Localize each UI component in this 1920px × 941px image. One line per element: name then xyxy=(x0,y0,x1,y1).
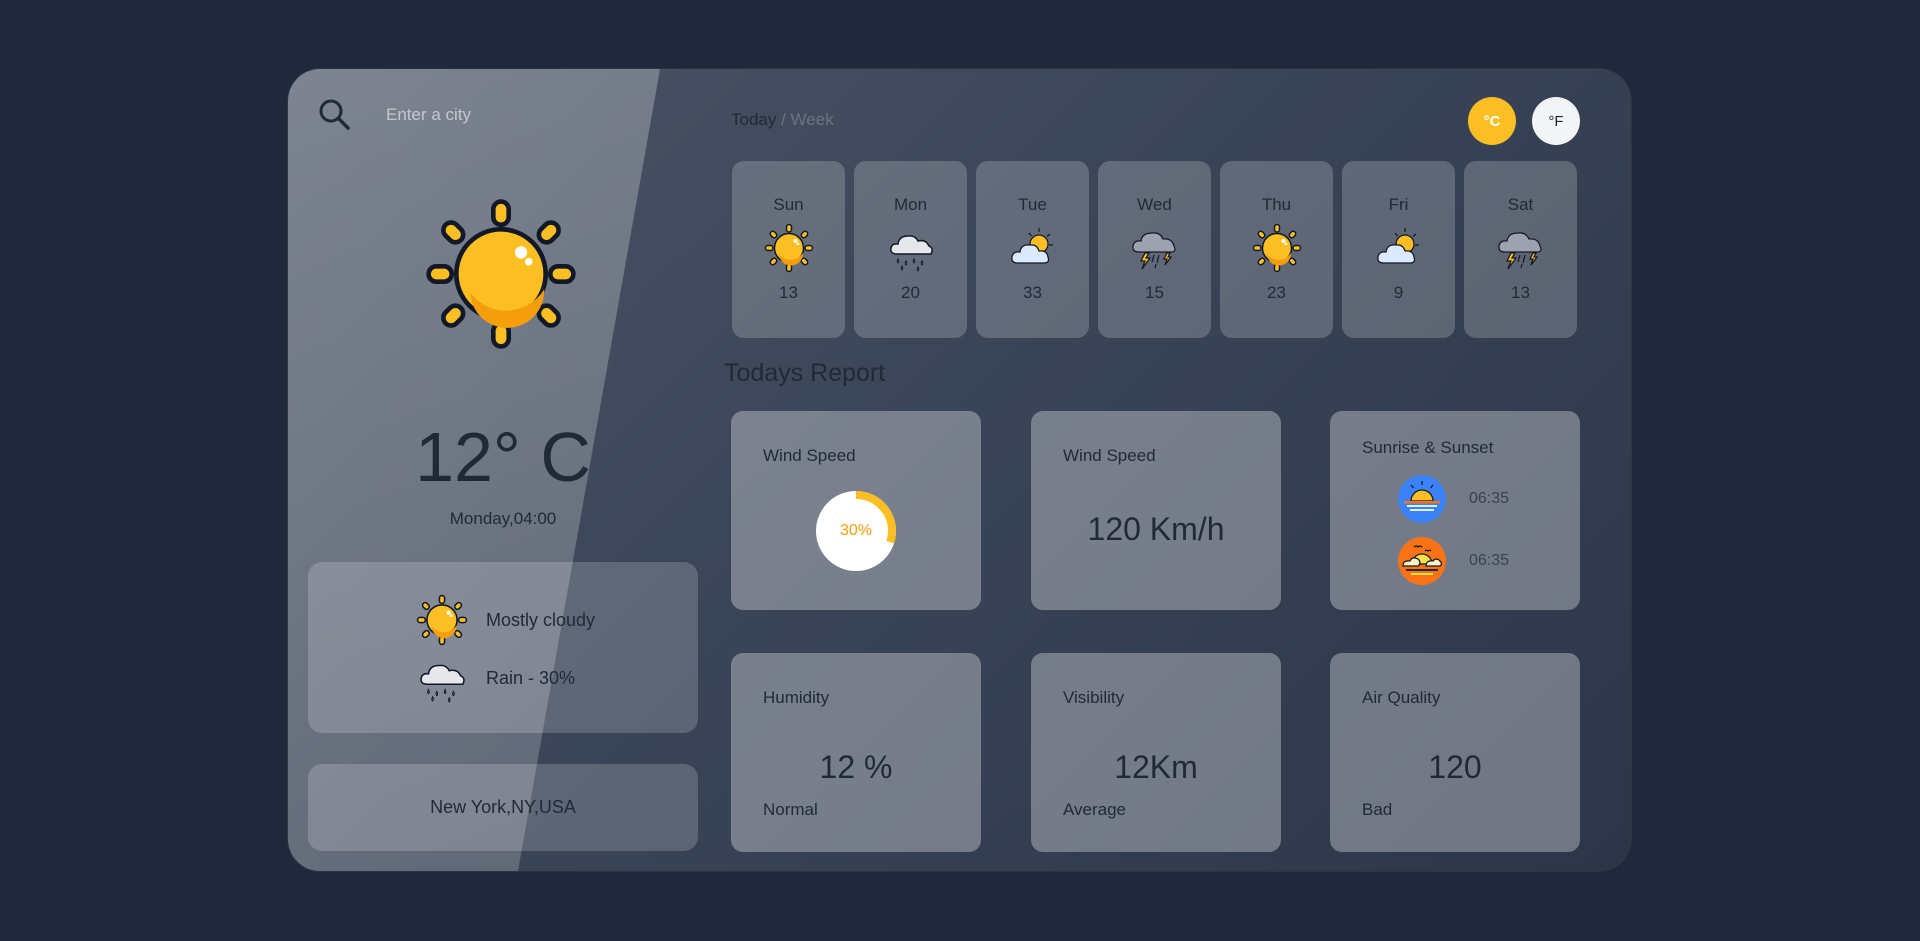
condition-label: Mostly cloudy xyxy=(486,609,596,630)
rain-cloud-icon xyxy=(416,652,468,704)
location-card: New York,NY,USA xyxy=(308,764,698,851)
forecast-day-wed[interactable]: Wed 15 xyxy=(1098,161,1211,338)
forecast-day-thu[interactable]: Thu 23 xyxy=(1220,161,1333,338)
day-name: Sat xyxy=(1507,195,1534,214)
sunrise-icon xyxy=(1397,474,1447,524)
rain-cloud-icon xyxy=(886,223,936,273)
sunset-row: 06:35 xyxy=(1397,536,1509,586)
sun-times-card: Sunrise & Sunset 06:35 06:35 xyxy=(1330,411,1580,610)
celsius-button[interactable]: °C xyxy=(1468,97,1516,145)
day-temperature: 33 xyxy=(1023,283,1042,302)
day-temperature: 13 xyxy=(1511,283,1530,302)
wind-speed-value: 120 Km/h xyxy=(1087,511,1225,547)
search-input[interactable] xyxy=(384,99,688,131)
visibility-card: Visibility 12Km Average xyxy=(1031,653,1281,852)
forecast-day-sat[interactable]: Sat 13 xyxy=(1464,161,1577,338)
air-quality-status: Bad xyxy=(1362,800,1393,819)
location-label: New York,NY,USA xyxy=(430,797,576,817)
period-toggle: Today / Week xyxy=(731,110,834,130)
card-title: Humidity xyxy=(763,688,830,707)
forecast-day-tue[interactable]: Tue 33 xyxy=(976,161,1089,338)
condition-row: Mostly cloudy xyxy=(416,594,595,646)
partly-cloudy-icon xyxy=(1008,223,1058,273)
day-name: Mon xyxy=(893,195,928,214)
day-temperature: 9 xyxy=(1393,283,1404,302)
card-title: Wind Speed xyxy=(1063,446,1156,465)
day-name: Sun xyxy=(773,195,804,214)
card-title: Visibility xyxy=(1063,688,1125,707)
card-title: Sunrise & Sunset xyxy=(1362,438,1494,457)
weather-app: 12° C Monday,04:00 Mostly cloudy Rain - … xyxy=(288,69,1631,871)
fahrenheit-button[interactable]: °F xyxy=(1532,97,1580,145)
forecast-day-fri[interactable]: Fri 9 xyxy=(1342,161,1455,338)
card-title: Wind Speed xyxy=(763,446,856,465)
day-temperature: 13 xyxy=(779,283,798,302)
sun-icon xyxy=(764,223,814,273)
partly-cloudy-icon xyxy=(1374,223,1424,273)
thunderstorm-icon xyxy=(1496,223,1546,273)
sunset-time: 06:35 xyxy=(1469,552,1510,569)
day-name: Tue xyxy=(1018,195,1047,214)
current-temperature: 12° C xyxy=(415,418,591,496)
condition-label: Rain - 30% xyxy=(486,667,576,688)
wind-gauge-card: Wind Speed 30% xyxy=(731,411,981,610)
sun-icon xyxy=(416,594,468,646)
day-name: Fri xyxy=(1388,195,1409,214)
day-temperature: 15 xyxy=(1145,283,1164,302)
day-temperature: 20 xyxy=(901,283,920,302)
humidity-card: Humidity 12 % Normal xyxy=(731,653,981,852)
thunderstorm-icon xyxy=(1130,223,1180,273)
sunrise-time: 06:35 xyxy=(1469,490,1510,507)
humidity-status: Normal xyxy=(763,800,818,819)
visibility-status: Average xyxy=(1063,800,1127,819)
conditions-card: Mostly cloudy Rain - 30% xyxy=(308,562,698,733)
sun-icon xyxy=(1252,223,1302,273)
forecast-day-mon[interactable]: Mon 20 xyxy=(854,161,967,338)
report-title: Todays Report xyxy=(724,359,886,387)
day-name: Wed xyxy=(1137,195,1172,214)
sun-icon xyxy=(424,197,578,351)
air-quality-value: 120 xyxy=(1428,749,1482,785)
visibility-value: 12Km xyxy=(1114,749,1198,785)
card-title: Air Quality xyxy=(1362,688,1441,707)
day-name: Thu xyxy=(1261,195,1292,214)
air-quality-card: Air Quality 120 Bad xyxy=(1330,653,1580,852)
tab-today[interactable]: Today xyxy=(731,110,776,129)
sunrise-row: 06:35 xyxy=(1397,474,1509,524)
period-separator: / xyxy=(776,110,791,129)
gauge-label: 30% xyxy=(839,522,873,539)
humidity-value: 12 % xyxy=(819,749,893,785)
condition-row: Rain - 30% xyxy=(416,652,575,704)
forecast-day-sun[interactable]: Sun 13 xyxy=(732,161,845,338)
wind-speed-card: Wind Speed 120 Km/h xyxy=(1031,411,1281,610)
current-datetime: Monday,04:00 xyxy=(449,509,557,528)
search-icon[interactable] xyxy=(318,98,350,130)
day-temperature: 23 xyxy=(1267,283,1286,302)
sunset-icon xyxy=(1397,536,1447,586)
weekly-forecast: Sun 13 Mon 20 Tue 33 Wed 15 Thu 23 Fri 9 xyxy=(732,161,1577,338)
tab-week[interactable]: Week xyxy=(791,110,834,129)
